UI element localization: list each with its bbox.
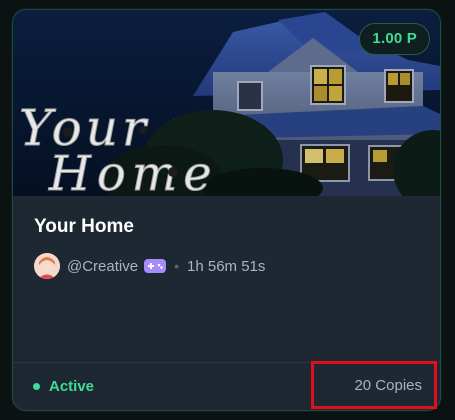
highlight-box [311,361,437,409]
time-remaining: 1h 56m 51s [187,257,266,275]
meta-row: @Creative • 1h 56m 51s [34,252,265,280]
status-dot-icon [33,382,40,390]
status-indicator: Active [33,376,94,396]
status-label: Active [49,377,95,395]
separator-dot: • [174,258,179,274]
price-badge: 1.00 P [359,23,430,55]
creator-handle[interactable]: @Creative [67,258,138,275]
game-title[interactable]: Your Home [34,216,134,238]
svg-text:Home: Home [48,146,218,196]
gamepad-icon [144,259,167,273]
banner-image: Your Home 1.00 P [13,10,440,196]
game-card[interactable]: Your Home 1.00 P Your Home @Creative • 1… [12,9,441,411]
avatar[interactable] [34,253,60,279]
